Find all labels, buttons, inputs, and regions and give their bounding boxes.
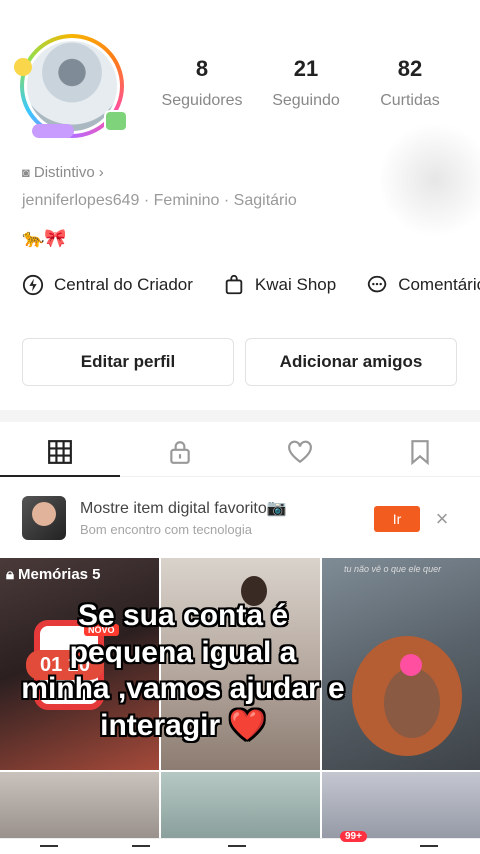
profile-stats: 8 Seguidores 21 Seguindo 82 Curtidas bbox=[150, 56, 470, 110]
tab-private[interactable] bbox=[120, 428, 240, 476]
avatar[interactable] bbox=[14, 34, 132, 138]
video-thumbnail-face bbox=[384, 668, 440, 738]
active-tab-indicator bbox=[0, 475, 120, 477]
stat-label: Seguidores bbox=[161, 92, 243, 109]
shortcut-comments[interactable]: Comentários bbox=[366, 274, 480, 296]
caption-line: interagir bbox=[100, 708, 221, 742]
grid-icon bbox=[48, 440, 72, 464]
profile-meta: jenniferlopes649 · Feminino · Sagitário bbox=[22, 192, 297, 209]
video-caption: tu não vê o que ele quer bbox=[344, 564, 442, 574]
sticker-frame-decoration bbox=[32, 124, 74, 138]
badge-icon: ◙ bbox=[22, 165, 30, 180]
stat-label: Curtidas bbox=[380, 92, 440, 109]
shortcut-label: Central do Criador bbox=[54, 275, 193, 294]
badge-link[interactable]: ◙ Distintivo › bbox=[22, 164, 104, 181]
stat-value: 82 bbox=[397, 56, 423, 81]
memories-text: Memórias 5 bbox=[17, 566, 101, 583]
nav-create-icon[interactable] bbox=[228, 845, 246, 851]
memories-label: 🔒︎ Memórias 5 bbox=[6, 566, 101, 583]
tab-posts[interactable] bbox=[0, 428, 120, 476]
shortcut-creator-center[interactable]: Central do Criador bbox=[22, 274, 193, 296]
shortcut-label: Comentários bbox=[398, 275, 480, 294]
shopping-bag-icon bbox=[225, 274, 243, 295]
profile-tabs bbox=[0, 428, 480, 476]
profile-bio: 🐆🎀 bbox=[22, 228, 67, 248]
stat-likes[interactable]: 82 Curtidas bbox=[358, 56, 462, 110]
heart-icon bbox=[288, 440, 312, 464]
section-divider bbox=[0, 410, 480, 422]
badge-label: Distintivo bbox=[33, 164, 95, 181]
background-smudge bbox=[380, 120, 480, 240]
add-friends-button[interactable]: Adicionar amigos bbox=[245, 338, 457, 386]
shortcut-kwai-shop[interactable]: Kwai Shop bbox=[223, 274, 336, 296]
bottom-navigation: 99+ bbox=[0, 831, 480, 854]
tab-saved[interactable] bbox=[360, 428, 480, 476]
page: 8 Seguidores 21 Seguindo 82 Curtidas ◙ D… bbox=[0, 0, 480, 854]
overlay-caption: Se sua conta é pequena igual a minha ,va… bbox=[0, 598, 366, 744]
notification-badge: 99+ bbox=[340, 831, 367, 842]
nav-profile-icon[interactable] bbox=[420, 845, 438, 851]
promo-banner[interactable]: Mostre item digital favorito📷 Bom encont… bbox=[0, 486, 480, 552]
lock-icon bbox=[170, 441, 190, 464]
sticker-star-icon bbox=[14, 58, 32, 76]
close-icon[interactable]: × bbox=[430, 506, 454, 532]
shortcut-row: Central do Criador Kwai Shop Comentários bbox=[22, 274, 480, 296]
bookmark-icon bbox=[411, 440, 429, 465]
shortcut-label: Kwai Shop bbox=[254, 275, 337, 294]
promo-go-button[interactable]: Ir bbox=[374, 506, 420, 532]
stat-followers[interactable]: 8 Seguidores bbox=[150, 56, 254, 110]
caption-line: Se sua conta é bbox=[77, 599, 289, 632]
stat-following[interactable]: 21 Seguindo bbox=[254, 56, 358, 110]
caption-line-last: interagir ❤️ bbox=[0, 708, 366, 745]
heart-emoji-icon: ❤️ bbox=[228, 708, 266, 742]
lightning-icon bbox=[22, 274, 44, 296]
promo-thumbnail bbox=[22, 496, 66, 540]
promo-title: Mostre item digital favorito📷 bbox=[80, 500, 287, 517]
promo-subtitle: Bom encontro com tecnologia bbox=[80, 522, 252, 537]
stat-label: Seguindo bbox=[272, 92, 340, 109]
chevron-right-icon: › bbox=[98, 164, 104, 181]
nav-home-icon[interactable] bbox=[40, 845, 58, 851]
sticker-camera-icon bbox=[104, 110, 128, 132]
caption-line: pequena igual a bbox=[69, 635, 297, 669]
flower-decoration bbox=[400, 654, 422, 676]
caption-line: minha ,vamos ajudar e bbox=[21, 672, 345, 706]
edit-profile-button[interactable]: Editar perfil bbox=[22, 338, 234, 386]
lock-icon: 🔒︎ bbox=[6, 566, 14, 583]
stat-value: 8 bbox=[195, 56, 209, 81]
nav-discover-icon[interactable] bbox=[132, 845, 150, 851]
chat-bubble-icon bbox=[368, 275, 387, 293]
tab-liked[interactable] bbox=[240, 428, 360, 476]
stat-value: 21 bbox=[293, 56, 319, 81]
